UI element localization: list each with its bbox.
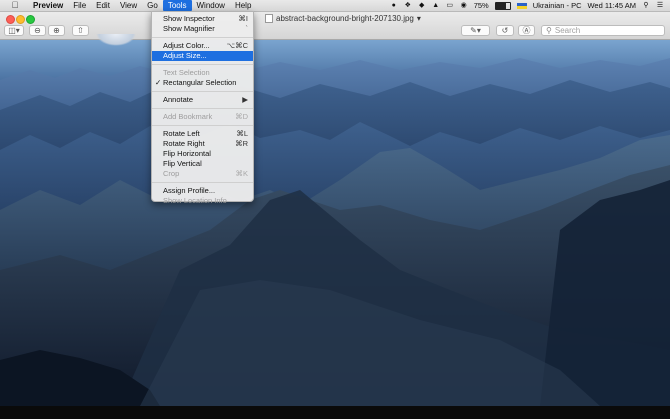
menu-view[interactable]: View xyxy=(115,0,142,11)
apple-icon[interactable]:  xyxy=(10,0,20,11)
ukraine-flag-icon xyxy=(516,2,527,9)
menu-item-shortcut: ⌥⌘C xyxy=(226,41,248,50)
menu-tools[interactable]: Tools xyxy=(162,0,192,11)
search-icon: ⚲ xyxy=(546,26,552,35)
menu-item-shortcut: ⌘I xyxy=(238,14,248,23)
minimize-window-button[interactable] xyxy=(16,15,25,24)
menu-item-label: Rotate Right xyxy=(163,139,205,148)
menu-item-shortcut: ⌘K xyxy=(235,169,248,178)
chevron-down-icon: ▾ xyxy=(416,14,421,23)
menu-bar:  Preview File Edit View Go Tools Window… xyxy=(0,0,670,12)
window-title-text: abstract-background-bright-207130.jpg xyxy=(276,14,414,23)
close-window-button[interactable] xyxy=(6,15,15,24)
dropbox-icon[interactable]: ❖ xyxy=(404,2,412,10)
menu-item-shortcut: ⌘D xyxy=(235,112,248,121)
evernote-icon[interactable]: ◆ xyxy=(418,2,426,10)
menu-window[interactable]: Window xyxy=(192,0,230,11)
menu-item-show-inspector[interactable]: Show Inspector ⌘I xyxy=(152,14,253,24)
image-canvas[interactable] xyxy=(0,40,670,406)
menu-item-label: Assign Profile... xyxy=(163,186,216,195)
notification-center-icon[interactable]: ☰ xyxy=(656,2,664,10)
tools-menu-dropdown: Show Inspector ⌘I Show Magnifier ` Adjust … xyxy=(151,11,254,205)
sidebar-icon: ◫▾ xyxy=(8,26,20,35)
spotlight-search-icon[interactable]: ⚲ xyxy=(642,2,650,10)
menu-separator xyxy=(152,37,253,38)
share-icon: ⇧ xyxy=(77,26,84,35)
rotate-button[interactable]: ↺ xyxy=(496,25,514,36)
zoom-out-icon: ⊖ xyxy=(34,26,41,35)
status-area: ● ❖ ◆ ▲ ▭ ◉ 75% Ukrainian - PC Wed 11:45… xyxy=(390,0,664,11)
menu-item-label: Show Inspector xyxy=(163,14,215,23)
battery-percent[interactable]: 75% xyxy=(474,1,489,10)
menu-app-preview[interactable]: Preview xyxy=(28,0,68,11)
menu-item-rectangular-selection[interactable]: ✓ Rectangular Selection xyxy=(152,78,253,88)
app-store-icon[interactable]: ▲ xyxy=(432,2,440,10)
input-source[interactable]: Ukrainian - PC xyxy=(533,1,582,10)
zoom-in-button[interactable]: ⊕ xyxy=(48,25,65,36)
menu-item-crop: Crop ⌘K xyxy=(152,169,253,179)
menu-item-label: Show Location Info xyxy=(163,196,227,205)
menu-item-add-bookmark: Add Bookmark ⌘D xyxy=(152,112,253,122)
mountain-landscape-image xyxy=(0,58,670,406)
search-input[interactable] xyxy=(554,26,655,35)
zoom-out-button[interactable]: ⊖ xyxy=(29,25,46,36)
menu-separator xyxy=(152,108,253,109)
menu-separator xyxy=(152,125,253,126)
checkmark-icon: ✓ xyxy=(155,78,162,87)
menu-item-label: Adjust Color... xyxy=(163,41,210,50)
menu-item-label: Rectangular Selection xyxy=(163,78,237,87)
menu-item-shortcut: ⌘R xyxy=(235,139,248,148)
document-icon xyxy=(265,14,273,23)
menu-item-flip-horizontal[interactable]: Flip Horizontal xyxy=(152,149,253,159)
menu-item-label: Flip Vertical xyxy=(163,159,202,168)
menu-go[interactable]: Go xyxy=(142,0,163,11)
menu-item-label: Rotate Left xyxy=(163,129,200,138)
window-bottom-edge xyxy=(0,406,670,419)
menu-item-adjust-color[interactable]: Adjust Color... ⌥⌘C xyxy=(152,41,253,51)
zoom-in-icon: ⊕ xyxy=(53,26,60,35)
menu-file[interactable]: File xyxy=(68,0,91,11)
menu-item-rotate-left[interactable]: Rotate Left ⌘L xyxy=(152,129,253,139)
rotate-icon: ↺ xyxy=(501,26,509,35)
menu-help[interactable]: Help xyxy=(230,0,256,11)
menu-item-label: Text Selection xyxy=(163,68,210,77)
menu-item-adjust-size[interactable]: Adjust Size... xyxy=(152,51,253,61)
menu-item-show-location-info: Show Location Info xyxy=(152,196,253,206)
battery-fill xyxy=(495,2,507,9)
menu-item-label: Annotate xyxy=(163,95,194,104)
menu-item-flip-vertical[interactable]: Flip Vertical xyxy=(152,159,253,169)
lock-icon[interactable]: ● xyxy=(390,2,398,10)
menu-item-label: Show Magnifier xyxy=(163,24,215,33)
menu-item-shortcut: ` xyxy=(245,24,249,33)
menu-separator xyxy=(152,64,253,65)
menu-item-label: Flip Horizontal xyxy=(163,149,211,158)
battery-icon[interactable] xyxy=(494,1,511,10)
menu-item-assign-profile[interactable]: Assign Profile... xyxy=(152,186,253,196)
share-button[interactable]: ⇧ xyxy=(72,25,89,36)
search-field[interactable]: ⚲ xyxy=(541,25,665,36)
menu-item-rotate-right[interactable]: Rotate Right ⌘R xyxy=(152,139,253,149)
menu-item-shortcut: ⌘L xyxy=(236,129,248,138)
wifi-icon[interactable]: ◉ xyxy=(460,2,468,10)
sidebar-toggle-button[interactable]: ◫▾ xyxy=(4,25,24,36)
menu-separator xyxy=(152,91,253,92)
markup-pen-icon: ✎▾ xyxy=(470,26,481,35)
menu-item-text-selection: Text Selection xyxy=(152,68,253,78)
markup-button[interactable]: ✎▾ xyxy=(461,25,490,36)
fullscreen-window-button[interactable] xyxy=(26,15,35,24)
annotate-circle-icon: Ⓐ xyxy=(522,26,531,35)
menu-edit[interactable]: Edit xyxy=(91,0,115,11)
menu-item-label: Adjust Size... xyxy=(163,51,207,60)
menu-item-show-magnifier[interactable]: Show Magnifier ` xyxy=(152,24,253,34)
menu-separator xyxy=(152,182,253,183)
clock[interactable]: Wed 11:45 AM xyxy=(587,1,636,10)
menu-item-label: Add Bookmark xyxy=(163,112,213,121)
airplay-icon[interactable]: ▭ xyxy=(446,2,454,10)
annotate-button[interactable]: Ⓐ xyxy=(518,25,535,36)
window-title[interactable]: abstract-background-bright-207130.jpg ▾ xyxy=(265,14,421,23)
menu-item-annotate[interactable]: Annotate ▶ xyxy=(152,95,253,105)
moon-glow xyxy=(96,34,136,46)
menu-item-label: Crop xyxy=(163,169,180,178)
submenu-arrow-icon: ▶ xyxy=(242,95,248,104)
